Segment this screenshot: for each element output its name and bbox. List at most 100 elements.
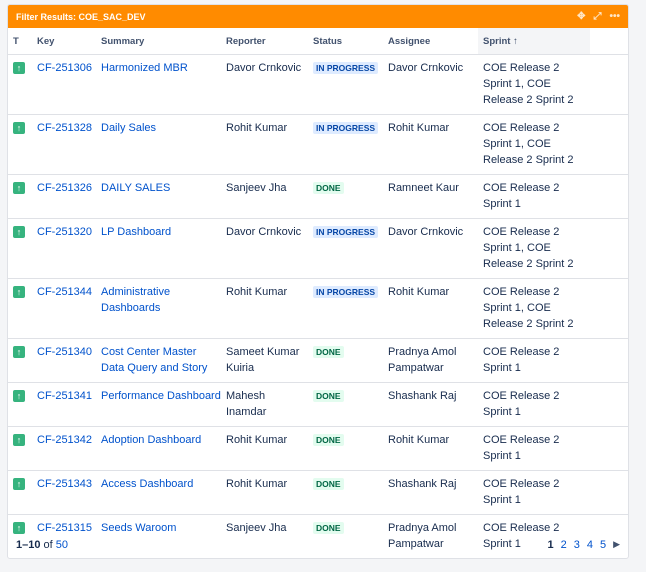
issue-key-link[interactable]: CF-251343: [37, 478, 92, 490]
type-cell: ↑: [8, 382, 32, 427]
issue-key-link[interactable]: CF-251306: [37, 62, 92, 74]
more-icon[interactable]: •••: [609, 11, 620, 22]
reporter-cell: Davor Crnkovic: [221, 218, 308, 279]
type-cell: ↑: [8, 218, 32, 279]
filter-results-gadget: Filter Results: COE_SAC_DEV ✥ ⤢ ••• T Ke…: [7, 4, 629, 559]
row-spacer: [590, 426, 628, 471]
assignee-cell: Pradnya Amol Pampatwar: [383, 338, 478, 383]
row-spacer: [590, 218, 628, 279]
issue-key-link[interactable]: CF-251340: [37, 346, 92, 358]
type-cell: ↑: [8, 174, 32, 219]
result-total[interactable]: 50: [56, 539, 68, 551]
issue-summary-link[interactable]: Cost Center Master Data Query and Story: [101, 346, 207, 374]
column-header-reporter[interactable]: Reporter: [221, 28, 308, 55]
status-badge: DONE: [313, 346, 344, 358]
expand-icon[interactable]: ⤢: [593, 11, 601, 22]
story-icon: ↑: [13, 226, 25, 238]
table-row[interactable]: ↑ CF-251306 Harmonized MBR Davor Crnkovic IN…: [8, 54, 628, 115]
issue-key-link[interactable]: CF-251344: [37, 286, 92, 298]
summary-cell: Performance Dashboard: [96, 382, 221, 427]
issue-summary-link[interactable]: Harmonized MBR: [101, 62, 188, 74]
table-header-row: T Key Summary Reporter Status Assignee S…: [8, 28, 628, 55]
column-header-status[interactable]: Status: [308, 28, 383, 55]
column-header-assignee[interactable]: Assignee: [383, 28, 478, 55]
issue-summary-link[interactable]: Adoption Dashboard: [101, 434, 201, 446]
row-spacer: [590, 54, 628, 115]
issue-summary-link[interactable]: Performance Dashboard: [101, 390, 221, 402]
table-row[interactable]: ↑ CF-251320 LP Dashboard Davor Crnkovic IN P…: [8, 218, 628, 279]
table-row[interactable]: ↑ CF-251343 Access Dashboard Rohit Kumar DON…: [8, 470, 628, 515]
type-cell: ↑: [8, 54, 32, 115]
summary-cell: Daily Sales: [96, 114, 221, 175]
key-cell: CF-251342: [32, 426, 96, 471]
reporter-cell: Rohit Kumar: [221, 470, 308, 515]
result-count: 1–10 of 50: [16, 539, 68, 551]
status-cell: DONE: [308, 426, 383, 471]
column-header-summary[interactable]: Summary: [96, 28, 221, 55]
key-cell: CF-251328: [32, 114, 96, 175]
type-cell: ↑: [8, 338, 32, 383]
table-row[interactable]: ↑ CF-251328 Daily Sales Rohit Kumar IN PROGR…: [8, 114, 628, 175]
column-header-sprint[interactable]: Sprint ↑: [478, 28, 590, 55]
assignee-cell: Rohit Kumar: [383, 114, 478, 175]
assignee-cell: Rohit Kumar: [383, 426, 478, 471]
summary-cell: Cost Center Master Data Query and Story: [96, 338, 221, 383]
status-badge: DONE: [313, 434, 344, 446]
page-link-4[interactable]: 4: [587, 539, 593, 551]
key-cell: CF-251326: [32, 174, 96, 219]
status-badge: IN PROGRESS: [313, 286, 379, 298]
table-row[interactable]: ↑ CF-251344 Administrative Dashboards Rohit…: [8, 278, 628, 339]
page-link-3[interactable]: 3: [574, 539, 580, 551]
issue-key-link[interactable]: CF-251342: [37, 434, 92, 446]
type-cell: ↑: [8, 278, 32, 339]
sort-ascending-icon: ↑: [513, 35, 518, 47]
reporter-cell: Sanjeev Jha: [221, 174, 308, 219]
issue-summary-link[interactable]: DAILY SALES: [101, 182, 170, 194]
row-spacer: [590, 174, 628, 219]
status-cell: IN PROGRESS: [308, 218, 383, 279]
status-cell: IN PROGRESS: [308, 114, 383, 175]
gadget-titlebar: Filter Results: COE_SAC_DEV ✥ ⤢ •••: [8, 5, 628, 28]
move-icon[interactable]: ✥: [577, 11, 585, 22]
issue-summary-link[interactable]: LP Dashboard: [101, 226, 171, 238]
status-badge: IN PROGRESS: [313, 226, 379, 238]
key-cell: CF-251343: [32, 470, 96, 515]
table-row[interactable]: ↑ CF-251326 DAILY SALES Sanjeev Jha DONE Ramn…: [8, 174, 628, 219]
sprint-cell: COE Release 2 Sprint 1, COE Release 2 Sp…: [478, 54, 590, 115]
page-link-2[interactable]: 2: [561, 539, 567, 551]
assignee-cell: Shashank Raj: [383, 470, 478, 515]
status-badge: IN PROGRESS: [313, 122, 379, 134]
issue-key-link[interactable]: CF-251341: [37, 390, 92, 402]
key-cell: CF-251341: [32, 382, 96, 427]
status-badge: DONE: [313, 182, 344, 194]
table-row[interactable]: ↑ CF-251340 Cost Center Master Data Query …: [8, 338, 628, 383]
reporter-cell: Rohit Kumar: [221, 426, 308, 471]
issue-key-link[interactable]: CF-251326: [37, 182, 92, 194]
summary-cell: LP Dashboard: [96, 218, 221, 279]
issue-summary-link[interactable]: Administrative Dashboards: [101, 286, 170, 314]
table-row[interactable]: ↑ CF-251341 Performance Dashboard Mahesh In…: [8, 382, 628, 427]
page-link-1[interactable]: 1: [547, 539, 553, 551]
type-cell: ↑: [8, 114, 32, 175]
issue-summary-link[interactable]: Access Dashboard: [101, 478, 193, 490]
status-cell: IN PROGRESS: [308, 278, 383, 339]
story-icon: ↑: [13, 390, 25, 402]
column-header-type[interactable]: T: [8, 28, 32, 55]
column-header-sprint-label: Sprint: [483, 35, 511, 47]
issue-summary-link[interactable]: Daily Sales: [101, 122, 156, 134]
summary-cell: Harmonized MBR: [96, 54, 221, 115]
next-page-icon[interactable]: ▶: [613, 539, 620, 550]
row-spacer: [590, 114, 628, 175]
column-header-spacer: [590, 28, 628, 55]
type-cell: ↑: [8, 470, 32, 515]
pagination: 1 2 3 4 5 ▶: [547, 539, 620, 551]
column-header-key[interactable]: Key: [32, 28, 96, 55]
page-link-5[interactable]: 5: [600, 539, 606, 551]
sprint-cell: COE Release 2 Sprint 1: [478, 426, 590, 471]
issue-key-link[interactable]: CF-251320: [37, 226, 92, 238]
assignee-cell: Davor Crnkovic: [383, 218, 478, 279]
summary-cell: Access Dashboard: [96, 470, 221, 515]
issue-key-link[interactable]: CF-251328: [37, 122, 92, 134]
row-spacer: [590, 278, 628, 339]
table-row[interactable]: ↑ CF-251342 Adoption Dashboard Rohit Kumar D…: [8, 426, 628, 471]
